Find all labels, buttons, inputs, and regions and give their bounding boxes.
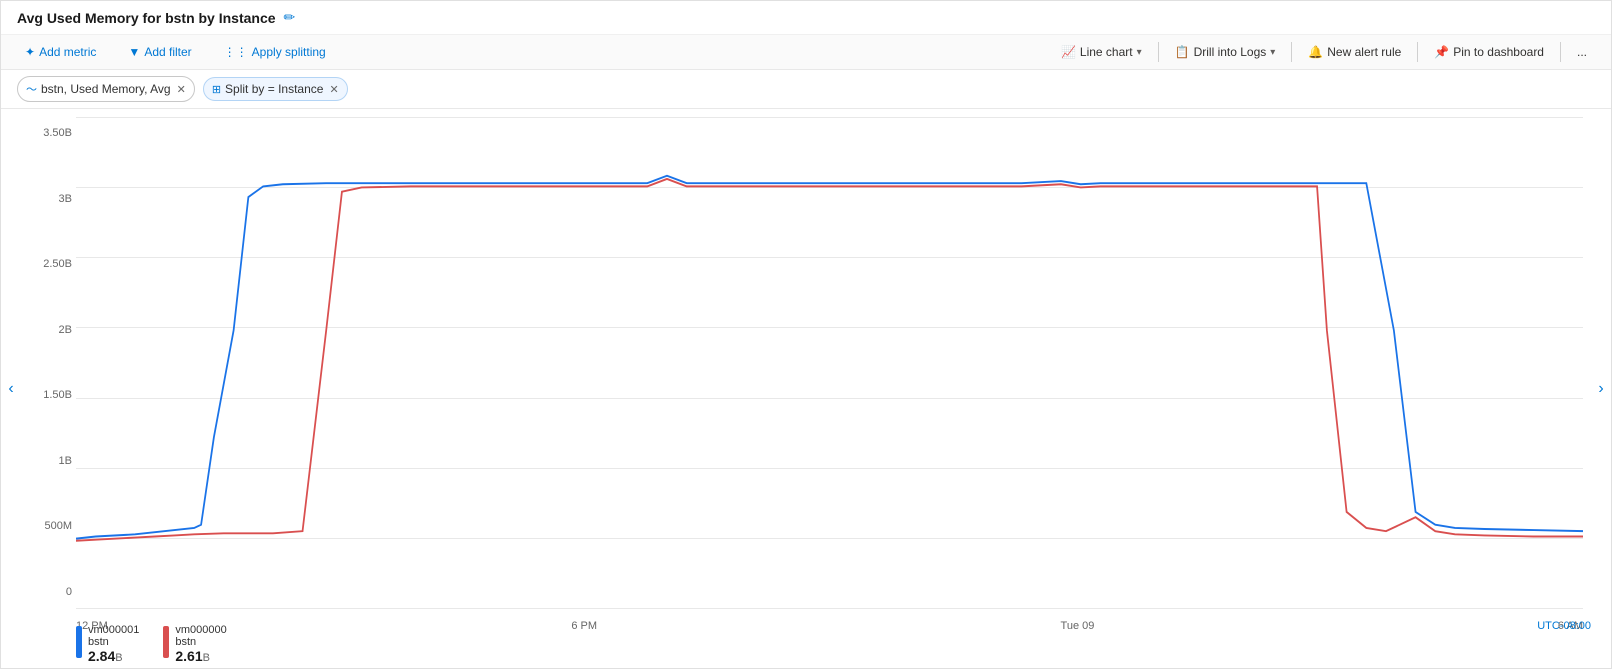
page-container: Avg Used Memory for bstn by Instance ✏ ✦… [0, 0, 1612, 669]
legend-namespace-vm000001: bstn [88, 636, 139, 648]
pin-icon: 📌 [1434, 45, 1449, 59]
chart-nav-right-button[interactable]: › [1591, 369, 1611, 409]
chart-container: ‹ › 3.50B 3B 2.50B 2B 1.50B 1B 500M 0 [1, 109, 1611, 668]
x-utc-label: UTC-08:00 [1537, 620, 1591, 632]
y-label-2b: 2B [59, 324, 72, 336]
chart-nav-left-button[interactable]: ‹ [1, 369, 21, 409]
drill-into-logs-button[interactable]: 📋 Drill into Logs ▾ [1167, 41, 1284, 63]
drill-into-logs-label: Drill into Logs [1194, 45, 1267, 59]
split-filter-tag[interactable]: ⊞ Split by = Instance ✕ [203, 77, 348, 101]
add-filter-label: Add filter [144, 45, 191, 59]
legend-namespace-vm000000: bstn [175, 636, 226, 648]
apply-splitting-label: Apply splitting [252, 45, 326, 59]
edit-icon[interactable]: ✏ [284, 9, 296, 26]
blue-line [76, 176, 1583, 539]
alert-icon: 🔔 [1308, 45, 1323, 59]
add-filter-button[interactable]: ▼ Add filter [120, 41, 199, 63]
apply-splitting-button[interactable]: ⋮⋮ Apply splitting [216, 41, 334, 63]
chart-svg [76, 117, 1583, 608]
new-alert-rule-label: New alert rule [1327, 45, 1401, 59]
legend-text-vm000000: vm000000 bstn 2.61B [175, 624, 226, 664]
legend-color-red [163, 626, 169, 658]
grid-line-8 [76, 608, 1583, 609]
legend-text-vm000001: vm000001 bstn 2.84B [88, 624, 139, 664]
line-chart-icon: 📈 [1061, 45, 1076, 59]
x-label-tue09: Tue 09 [1061, 620, 1095, 632]
chart-plot [76, 117, 1583, 608]
splitting-icon: ⋮⋮ [224, 45, 248, 59]
y-axis: 3.50B 3B 2.50B 2B 1.50B 1B 500M 0 [21, 117, 76, 608]
red-line [76, 179, 1583, 541]
new-alert-rule-button[interactable]: 🔔 New alert rule [1300, 41, 1409, 63]
filter-icon: ▼ [128, 45, 140, 59]
legend-unit-vm000001: B [115, 652, 122, 664]
legend-item-vm000001: vm000001 bstn 2.84B [76, 624, 139, 664]
add-metric-icon: ✦ [25, 45, 35, 59]
line-chart-button[interactable]: 📈 Line chart ▾ [1053, 41, 1150, 63]
page-title: Avg Used Memory for bstn by Instance [17, 10, 276, 26]
more-options-label: ... [1577, 45, 1587, 59]
y-label-0: 0 [66, 586, 72, 598]
legend-instance-vm000001: vm000001 [88, 624, 139, 636]
split-tag-icon: ⊞ [212, 83, 221, 96]
metric-tag-close[interactable]: ✕ [177, 83, 186, 96]
legend-instance-vm000000: vm000000 [175, 624, 226, 636]
split-tag-close[interactable]: ✕ [329, 83, 338, 96]
title-bar: Avg Used Memory for bstn by Instance ✏ [1, 1, 1611, 35]
metric-filter-tag[interactable]: 〜 bstn, Used Memory, Avg ✕ [17, 76, 195, 102]
legend-unit-vm000000: B [203, 652, 210, 664]
filter-row: 〜 bstn, Used Memory, Avg ✕ ⊞ Split by = … [1, 70, 1611, 109]
metric-tag-label: bstn, Used Memory, Avg [41, 82, 171, 96]
legend-item-vm000000: vm000000 bstn 2.61B [163, 624, 226, 664]
y-label-350b: 3.50B [43, 127, 72, 139]
toolbar: ✦ Add metric ▼ Add filter ⋮⋮ Apply split… [1, 35, 1611, 70]
add-metric-button[interactable]: ✦ Add metric [17, 41, 104, 63]
line-chart-dropdown-arrow: ▾ [1137, 47, 1142, 58]
metric-tag-icon: 〜 [26, 81, 37, 97]
toolbar-left: ✦ Add metric ▼ Add filter ⋮⋮ Apply split… [17, 41, 1053, 63]
toolbar-right: 📈 Line chart ▾ 📋 Drill into Logs ▾ 🔔 New… [1053, 41, 1595, 63]
legend-color-blue [76, 626, 82, 658]
y-label-150b: 1.50B [43, 389, 72, 401]
legend-value-vm000000: 2.61B [175, 648, 226, 664]
y-label-250b: 2.50B [43, 258, 72, 270]
y-label-500m: 500M [44, 520, 72, 532]
split-tag-label: Split by = Instance [225, 82, 323, 96]
y-label-3b: 3B [59, 193, 72, 205]
chart-inner: 3.50B 3B 2.50B 2B 1.50B 1B 500M 0 [21, 117, 1591, 668]
x-axis: 12 PM 6 PM Tue 09 6 AM [76, 620, 1583, 632]
line-chart-label: Line chart [1080, 45, 1133, 59]
pin-to-dashboard-label: Pin to dashboard [1453, 45, 1544, 59]
pin-to-dashboard-button[interactable]: 📌 Pin to dashboard [1426, 41, 1552, 63]
toolbar-divider-1 [1158, 42, 1159, 62]
more-options-button[interactable]: ... [1569, 41, 1595, 63]
legend: vm000001 bstn 2.84B vm000000 bstn 2.61B [76, 620, 227, 668]
toolbar-divider-2 [1291, 42, 1292, 62]
toolbar-divider-4 [1560, 42, 1561, 62]
x-label-6pm: 6 PM [571, 620, 597, 632]
y-label-1b: 1B [59, 455, 72, 467]
toolbar-divider-3 [1417, 42, 1418, 62]
drill-logs-dropdown-arrow: ▾ [1270, 47, 1275, 58]
drill-logs-icon: 📋 [1175, 45, 1190, 59]
add-metric-label: Add metric [39, 45, 96, 59]
legend-value-vm000001: 2.84B [88, 648, 139, 664]
